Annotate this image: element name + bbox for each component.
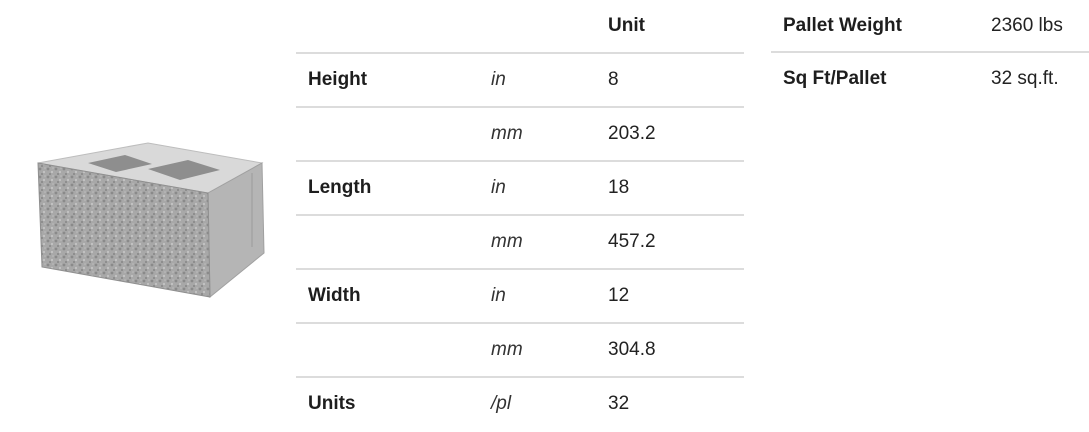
row-unit: in [491, 269, 608, 324]
row-unit: in [491, 53, 608, 108]
table-row: mm 304.8 [296, 323, 744, 378]
table-row: mm 457.2 [296, 215, 744, 270]
pallet-row: Pallet Weight 2360 lbs [771, 0, 1089, 53]
row-value: 18 [608, 161, 744, 216]
row-unit: mm [491, 323, 608, 378]
row-label [296, 323, 491, 378]
row-label [296, 107, 491, 162]
product-image [30, 135, 275, 310]
row-unit: mm [491, 215, 608, 270]
pallet-row: Sq Ft/Pallet 32 sq.ft. [771, 52, 1089, 104]
row-value: 304.8 [608, 323, 744, 378]
row-label: Width [296, 269, 491, 324]
header-unit-cell [491, 0, 608, 54]
row-unit: in [491, 161, 608, 216]
table-row: Length in 18 [296, 161, 744, 216]
table-row: mm 203.2 [296, 107, 744, 162]
row-label [296, 215, 491, 270]
table-row: Width in 12 [296, 269, 744, 324]
sqft-per-pallet-label: Sq Ft/Pallet [783, 67, 887, 89]
table-row: Units /pl 32 [296, 377, 744, 430]
sqft-per-pallet-value: 32 sq.ft. [991, 67, 1059, 89]
row-value: 457.2 [608, 215, 744, 270]
row-value: 8 [608, 53, 744, 108]
row-label: Units [308, 393, 356, 414]
row-value: 32 [608, 393, 630, 414]
table-header-row: Unit [296, 0, 744, 54]
row-unit: /pl [491, 393, 512, 414]
column-header-unit: Unit [608, 0, 744, 54]
row-unit: mm [491, 107, 608, 162]
row-value: 203.2 [608, 107, 744, 162]
pallet-info-table: Pallet Weight 2360 lbs Sq Ft/Pallet 32 s… [771, 0, 1089, 104]
pallet-weight-label: Pallet Weight [771, 0, 991, 53]
table-row: Height in 8 [296, 53, 744, 108]
header-label-cell [296, 0, 491, 54]
pallet-weight-value: 2360 lbs [991, 0, 1089, 53]
row-label: Length [296, 161, 491, 216]
spec-table: Unit Height in 8 mm 203.2 Length in 18 m… [296, 0, 744, 430]
row-value: 12 [608, 269, 744, 324]
concrete-block-icon [37, 142, 265, 299]
row-label: Height [296, 53, 491, 108]
